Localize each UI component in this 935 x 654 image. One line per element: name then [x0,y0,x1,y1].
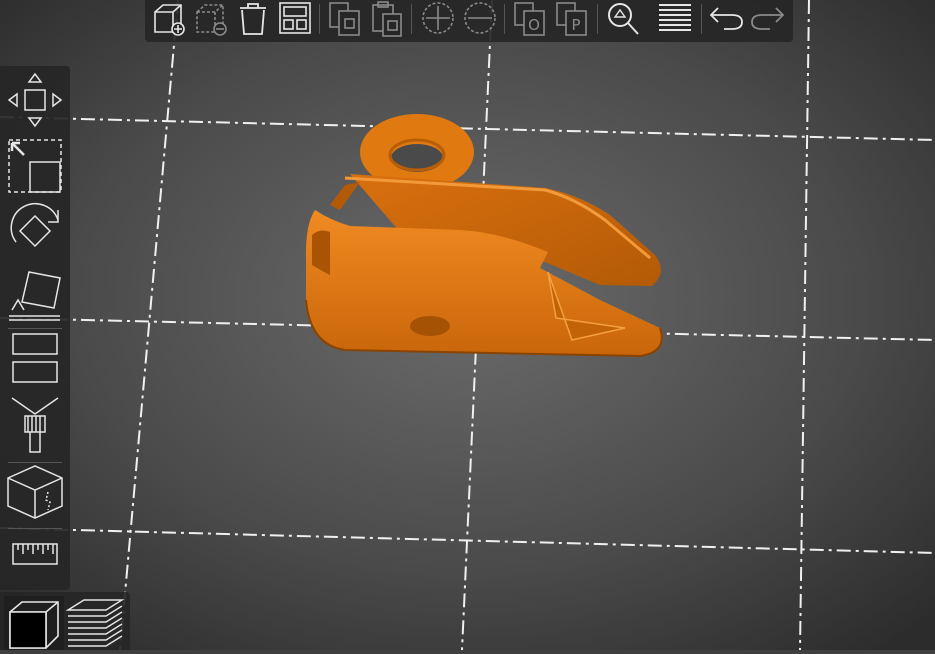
move-icon [7,72,63,128]
3d-view-icon [9,601,59,649]
split-objects-letter: O [528,16,540,34]
paint-supports-tool-button[interactable] [4,394,66,460]
add-object-button[interactable] [151,0,187,38]
place-on-face-tool-button[interactable] [4,266,66,326]
left-toolbar [0,66,70,590]
rotate-icon [10,202,59,248]
preview-layers-icon [65,599,125,647]
3d-view-button[interactable] [4,596,64,650]
toolbar-separator [319,4,320,34]
rotate-tool-button[interactable] [4,200,66,260]
search-button[interactable] [605,0,641,38]
cut-icon [12,333,58,383]
search-icon [608,3,639,35]
layers-editing-button[interactable] [657,0,693,38]
split-parts-icon: P [556,2,587,36]
remove-instance-button[interactable] [462,0,498,38]
split-objects-icon: O [514,2,545,36]
scale-icon [8,139,62,193]
arrange-button[interactable] [277,0,313,38]
toolbar-separator [504,4,505,34]
top-toolbar: O P [145,0,793,42]
copy-button[interactable] [327,0,363,38]
delete-all-button[interactable] [235,0,271,38]
model-ring-hole [391,144,443,172]
measure-tool-button[interactable] [4,536,66,572]
left-toolbar-separator [8,462,62,463]
add-instance-button[interactable] [420,0,456,38]
layers-editing-icon [659,4,691,31]
copy-icon [329,2,360,36]
add-instance-icon [422,2,454,34]
undo-button[interactable] [708,0,744,38]
seam-painting-tool-button[interactable] [4,464,66,522]
paste-icon [372,1,402,37]
remove-instance-icon [464,2,496,34]
scale-tool-button[interactable] [4,136,66,196]
arrange-icon [279,2,311,34]
left-toolbar-separator [8,328,62,329]
split-parts-letter: P [571,16,580,34]
move-tool-button[interactable] [4,70,66,130]
add-object-icon [154,4,185,36]
remove-object-button[interactable] [193,0,229,38]
paste-button[interactable] [369,0,405,38]
redo-icon [751,7,785,30]
cut-tool-button[interactable] [4,332,66,388]
left-toolbar-separator [8,528,62,529]
undo-icon [709,7,743,30]
toolbar-separator [411,4,412,34]
paint-supports-icon [11,397,59,453]
delete-all-icon [240,3,266,35]
remove-object-icon [196,4,227,36]
redo-button[interactable] [750,0,786,38]
preview-layers-button[interactable] [65,596,126,650]
split-parts-button[interactable]: P [554,0,590,38]
view-toggle-bar [0,592,130,650]
split-objects-button[interactable]: O [512,0,548,38]
toolbar-separator [701,4,702,34]
measure-icon [12,543,58,565]
3d-viewport[interactable] [0,0,935,650]
toolbar-separator [597,4,598,34]
model-hole [410,316,450,336]
seam-painting-icon [7,465,63,519]
place-on-face-icon [9,271,61,321]
